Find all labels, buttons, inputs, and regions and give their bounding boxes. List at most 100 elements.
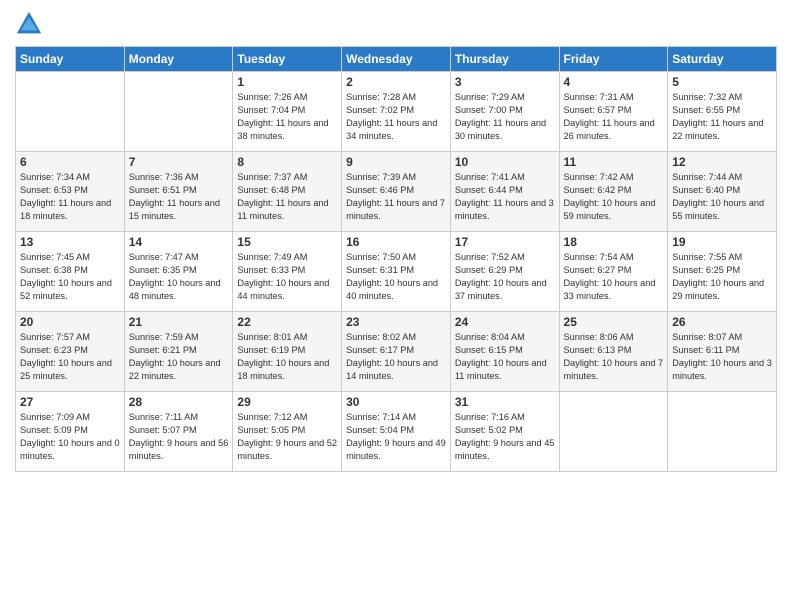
header-day: Thursday	[450, 47, 559, 72]
calendar-week-row: 6Sunrise: 7:34 AMSunset: 6:53 PMDaylight…	[16, 152, 777, 232]
day-info: Sunrise: 8:01 AMSunset: 6:19 PMDaylight:…	[237, 331, 337, 383]
day-number: 25	[564, 315, 664, 329]
day-number: 26	[672, 315, 772, 329]
calendar-week-row: 27 Sunrise: 7:09 AMSunset: 5:09 PMDayligh…	[16, 392, 777, 472]
calendar-cell: 23 Sunrise: 8:02 AMSunset: 6:17 PMDayligh…	[342, 312, 451, 392]
day-info: Sunrise: 7:44 AMSunset: 6:40 PMDaylight:…	[672, 171, 772, 223]
calendar-cell: 29 Sunrise: 7:12 AMSunset: 5:05 PMDayligh…	[233, 392, 342, 472]
day-info: Sunrise: 7:36 AMSunset: 6:51 PMDaylight:…	[129, 171, 229, 223]
day-info: Sunrise: 7:57 AMSunset: 6:23 PMDaylight:…	[20, 331, 120, 383]
calendar-cell: 26 Sunrise: 8:07 AMSunset: 6:11 PMDayligh…	[668, 312, 777, 392]
day-info: Sunrise: 7:54 AMSunset: 6:27 PMDaylight:…	[564, 251, 664, 303]
calendar-cell: 2 Sunrise: 7:28 AMSunset: 7:02 PMDaylight…	[342, 72, 451, 152]
day-number: 23	[346, 315, 446, 329]
day-info: Sunrise: 7:39 AMSunset: 6:46 PMDaylight:…	[346, 171, 446, 223]
calendar-cell: 8 Sunrise: 7:37 AMSunset: 6:48 PMDaylight…	[233, 152, 342, 232]
calendar-cell: 30 Sunrise: 7:14 AMSunset: 5:04 PMDayligh…	[342, 392, 451, 472]
calendar-cell: 1 Sunrise: 7:26 AMSunset: 7:04 PMDaylight…	[233, 72, 342, 152]
calendar-cell: 31 Sunrise: 7:16 AMSunset: 5:02 PMDayligh…	[450, 392, 559, 472]
day-info: Sunrise: 8:06 AMSunset: 6:13 PMDaylight:…	[564, 331, 664, 383]
day-info: Sunrise: 7:09 AMSunset: 5:09 PMDaylight:…	[20, 411, 120, 463]
day-number: 21	[129, 315, 229, 329]
calendar-cell: 4Sunrise: 7:31 AMSunset: 6:57 PMDaylight…	[559, 72, 668, 152]
calendar-cell: 19 Sunrise: 7:55 AMSunset: 6:25 PMDayligh…	[668, 232, 777, 312]
day-info: Sunrise: 7:55 AMSunset: 6:25 PMDaylight:…	[672, 251, 772, 303]
day-info: Sunrise: 7:59 AMSunset: 6:21 PMDaylight:…	[129, 331, 229, 383]
calendar-cell: 21 Sunrise: 7:59 AMSunset: 6:21 PMDayligh…	[124, 312, 233, 392]
day-number: 11	[564, 155, 664, 169]
day-info: Sunrise: 8:07 AMSunset: 6:11 PMDaylight:…	[672, 331, 772, 383]
day-info: Sunrise: 8:02 AMSunset: 6:17 PMDaylight:…	[346, 331, 446, 383]
header-day: Monday	[124, 47, 233, 72]
day-number: 27	[20, 395, 120, 409]
calendar-cell: 9 Sunrise: 7:39 AMSunset: 6:46 PMDaylight…	[342, 152, 451, 232]
day-number: 19	[672, 235, 772, 249]
calendar-cell	[668, 392, 777, 472]
calendar-cell	[16, 72, 125, 152]
day-number: 6	[20, 155, 120, 169]
day-info: Sunrise: 7:11 AMSunset: 5:07 PMDaylight:…	[129, 411, 229, 463]
calendar-table: SundayMondayTuesdayWednesdayThursdayFrid…	[15, 46, 777, 472]
logo	[15, 10, 47, 38]
calendar-cell	[124, 72, 233, 152]
calendar-cell: 12 Sunrise: 7:44 AMSunset: 6:40 PMDayligh…	[668, 152, 777, 232]
day-number: 16	[346, 235, 446, 249]
day-number: 1	[237, 75, 337, 89]
calendar-cell: 15 Sunrise: 7:49 AMSunset: 6:33 PMDayligh…	[233, 232, 342, 312]
day-info: Sunrise: 7:41 AMSunset: 6:44 PMDaylight:…	[455, 171, 555, 223]
day-info: Sunrise: 7:49 AMSunset: 6:33 PMDaylight:…	[237, 251, 337, 303]
calendar-header: SundayMondayTuesdayWednesdayThursdayFrid…	[16, 47, 777, 72]
calendar-cell: 25 Sunrise: 8:06 AMSunset: 6:13 PMDayligh…	[559, 312, 668, 392]
day-number: 12	[672, 155, 772, 169]
day-number: 5	[672, 75, 772, 89]
calendar-cell: 28 Sunrise: 7:11 AMSunset: 5:07 PMDayligh…	[124, 392, 233, 472]
calendar-cell: 6Sunrise: 7:34 AMSunset: 6:53 PMDaylight…	[16, 152, 125, 232]
day-number: 29	[237, 395, 337, 409]
day-info: Sunrise: 7:42 AMSunset: 6:42 PMDaylight:…	[564, 171, 664, 223]
calendar-week-row: 20 Sunrise: 7:57 AMSunset: 6:23 PMDayligh…	[16, 312, 777, 392]
calendar-cell: 3 Sunrise: 7:29 AMSunset: 7:00 PMDaylight…	[450, 72, 559, 152]
logo-icon	[15, 10, 43, 38]
day-number: 4	[564, 75, 664, 89]
day-info: Sunrise: 7:16 AMSunset: 5:02 PMDaylight:…	[455, 411, 555, 463]
calendar-cell: 14Sunrise: 7:47 AMSunset: 6:35 PMDayligh…	[124, 232, 233, 312]
calendar-cell: 10 Sunrise: 7:41 AMSunset: 6:44 PMDayligh…	[450, 152, 559, 232]
day-number: 18	[564, 235, 664, 249]
day-number: 10	[455, 155, 555, 169]
calendar-cell: 7Sunrise: 7:36 AMSunset: 6:51 PMDaylight…	[124, 152, 233, 232]
day-number: 28	[129, 395, 229, 409]
calendar-cell: 27 Sunrise: 7:09 AMSunset: 5:09 PMDayligh…	[16, 392, 125, 472]
calendar-cell: 17 Sunrise: 7:52 AMSunset: 6:29 PMDayligh…	[450, 232, 559, 312]
calendar-cell: 22 Sunrise: 8:01 AMSunset: 6:19 PMDayligh…	[233, 312, 342, 392]
calendar-body: 1 Sunrise: 7:26 AMSunset: 7:04 PMDaylight…	[16, 72, 777, 472]
day-info: Sunrise: 7:52 AMSunset: 6:29 PMDaylight:…	[455, 251, 555, 303]
day-number: 2	[346, 75, 446, 89]
day-number: 31	[455, 395, 555, 409]
day-info: Sunrise: 7:37 AMSunset: 6:48 PMDaylight:…	[237, 171, 337, 223]
day-number: 30	[346, 395, 446, 409]
day-info: Sunrise: 7:29 AMSunset: 7:00 PMDaylight:…	[455, 91, 555, 143]
calendar-cell: 11 Sunrise: 7:42 AMSunset: 6:42 PMDayligh…	[559, 152, 668, 232]
day-info: Sunrise: 7:14 AMSunset: 5:04 PMDaylight:…	[346, 411, 446, 463]
calendar-cell: 24Sunrise: 8:04 AMSunset: 6:15 PMDayligh…	[450, 312, 559, 392]
calendar-cell: 18 Sunrise: 7:54 AMSunset: 6:27 PMDayligh…	[559, 232, 668, 312]
day-number: 24	[455, 315, 555, 329]
calendar-week-row: 13 Sunrise: 7:45 AMSunset: 6:38 PMDayligh…	[16, 232, 777, 312]
header-day: Wednesday	[342, 47, 451, 72]
day-number: 22	[237, 315, 337, 329]
day-info: Sunrise: 7:32 AMSunset: 6:55 PMDaylight:…	[672, 91, 772, 143]
day-number: 8	[237, 155, 337, 169]
day-number: 17	[455, 235, 555, 249]
calendar-cell: 16Sunrise: 7:50 AMSunset: 6:31 PMDayligh…	[342, 232, 451, 312]
day-number: 20	[20, 315, 120, 329]
day-number: 13	[20, 235, 120, 249]
calendar-cell	[559, 392, 668, 472]
day-info: Sunrise: 7:45 AMSunset: 6:38 PMDaylight:…	[20, 251, 120, 303]
day-number: 15	[237, 235, 337, 249]
day-number: 9	[346, 155, 446, 169]
day-info: Sunrise: 7:26 AMSunset: 7:04 PMDaylight:…	[237, 91, 337, 143]
header-day: Sunday	[16, 47, 125, 72]
day-number: 3	[455, 75, 555, 89]
day-info: Sunrise: 7:28 AMSunset: 7:02 PMDaylight:…	[346, 91, 446, 143]
day-info: Sunrise: 7:12 AMSunset: 5:05 PMDaylight:…	[237, 411, 337, 463]
